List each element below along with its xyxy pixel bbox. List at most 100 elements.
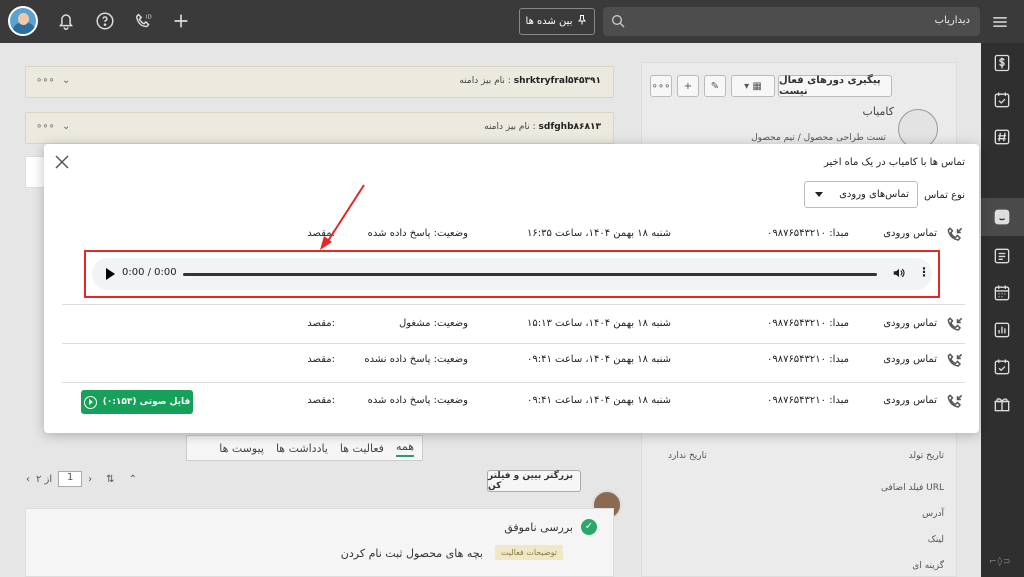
check-icon: ✓ [581, 519, 597, 535]
search-input[interactable]: دیداریاب [603, 7, 980, 36]
follow-status-button[interactable]: پیگیری دورهای فعال نیست [778, 75, 892, 97]
call-datetime: شنبه ۱۸ بهمن ۱۴۰۴، ساعت ۰۹:۴۱ [526, 395, 671, 406]
prev-page-icon[interactable]: ‹ [26, 474, 30, 485]
page-of-label: از ۲ [36, 473, 53, 485]
call-origin: مبدا: ۰۹۸۷۶۵۴۳۲۱۰ [766, 354, 849, 365]
top-bar: ID بین شده ها دیداریاب [0, 0, 1024, 43]
call-type-value: تماس‌های ورودی [839, 189, 909, 200]
contact-avatar [898, 109, 938, 149]
dollar-icon[interactable] [992, 53, 1012, 73]
field-label: آدرس [922, 509, 944, 519]
field-label: لینک [927, 535, 944, 545]
pagination: ‹ از ۲ 1 › ⇅ ⌃ [26, 471, 137, 487]
play-circle-icon [83, 395, 97, 409]
plus-icon[interactable] [170, 10, 192, 32]
calls-modal: تماس ها با کامیاب در یک ماه اخیر نوع تما… [44, 144, 979, 433]
call-row[interactable]: تماس ورودی مبدا: ۰۹۸۷۶۵۴۳۲۱۰ شنبه ۱۸ بهم… [62, 348, 965, 374]
divider [62, 343, 965, 344]
voice-file-label: فایل صوتی (۰:۱۵۳) [102, 397, 191, 407]
play-icon[interactable] [106, 268, 115, 280]
call-type-select[interactable]: تماس‌های ورودی [804, 181, 918, 208]
audio-highlight: 0:00 / 0:00 ⋮ [84, 250, 940, 298]
call-type: تماس ورودی [883, 228, 937, 239]
call-status: وضعیت: پاسخ داده شده [367, 228, 468, 239]
contact-team: تست طراحی محصول / تیم محصول [751, 133, 886, 143]
field-label: گزینه ای [912, 561, 944, 571]
more-vertical-icon[interactable]: ⋮ [918, 265, 930, 279]
call-destination: مقصد: [307, 395, 335, 406]
avatar[interactable] [8, 6, 38, 36]
tab-activities[interactable]: فعالیت ها [340, 442, 384, 455]
incoming-call-icon [945, 392, 965, 412]
contact-name: کامیاب [862, 105, 894, 118]
more-icon[interactable]: ∘∘∘ [36, 75, 55, 86]
call-status: وضعیت: پاسخ داده شده [367, 395, 468, 406]
view-switch-button[interactable]: ▾ ▦ [731, 75, 775, 97]
chevron-down-icon[interactable]: ⌄ [62, 121, 70, 132]
add-button[interactable]: + [677, 75, 699, 97]
chart-icon[interactable] [992, 320, 1012, 340]
call-destination: مقصد: [307, 318, 335, 329]
right-rail: ⌐◊⊃ [981, 43, 1024, 577]
field-value: تاریخ ندارد [668, 451, 707, 461]
pinned-label: بین شده ها [525, 16, 573, 27]
call-type-label: نوع تماس [924, 190, 965, 201]
chevron-down-icon [815, 192, 823, 197]
annotation-arrow [320, 184, 365, 250]
voice-file-button[interactable]: فایل صوتی (۰:۱۵۳) [81, 390, 193, 414]
expand-icon[interactable]: ⌃ [129, 474, 137, 485]
chevron-down-icon[interactable]: ⌄ [62, 75, 70, 86]
brand-logo: ⌐◊⊃ [989, 557, 1012, 567]
activity-card[interactable]: ✓ بررسی ناموفق توضیحات فعالیت بچه های مح… [25, 508, 614, 577]
more-button[interactable]: ∘∘∘ [650, 75, 672, 97]
audio-progress-track[interactable] [183, 273, 877, 276]
sort-icon[interactable]: ⇅ [106, 474, 114, 485]
call-row[interactable]: تماس ورودی مبدا: ۰۹۸۷۶۵۴۳۲۱۰ شنبه ۱۸ بهم… [62, 312, 965, 338]
svg-text:ID: ID [146, 14, 152, 20]
call-datetime: شنبه ۱۸ بهمن ۱۴۰۴، ساعت ۱۵:۱۳ [526, 318, 671, 329]
call-type: تماس ورودی [883, 395, 937, 406]
activity-tabs: همه فعالیت ها یادداشت ها پیوست ها [186, 435, 423, 461]
next-page-icon[interactable]: › [88, 474, 92, 485]
tab-all[interactable]: همه [395, 440, 414, 457]
hash-icon[interactable] [992, 127, 1012, 147]
pin-icon [576, 14, 588, 29]
more-icon[interactable]: ∘∘∘ [36, 121, 55, 132]
close-icon[interactable] [53, 153, 71, 171]
collapsed-card [25, 156, 45, 188]
support-icon[interactable] [94, 10, 116, 32]
domain-row[interactable]: ∘∘∘ ⌄ نام بیز دامنه : sdfghb۸۶۸۱۳ [25, 112, 614, 144]
call-type: تماس ورودی [883, 354, 937, 365]
activity-text: بچه های محصول ثبت نام کردن [340, 547, 483, 560]
calendar-check-icon[interactable] [992, 90, 1012, 110]
bell-icon[interactable] [55, 10, 77, 32]
domain-row[interactable]: ∘∘∘ ⌄ نام بیز دامنه : shrktryfral۵۴۵۳۹۱ [25, 66, 614, 98]
divider [62, 304, 965, 305]
audio-player[interactable]: 0:00 / 0:00 ⋮ [92, 258, 932, 290]
activity-title: بررسی ناموفق [504, 521, 573, 534]
call-datetime: شنبه ۱۸ بهمن ۱۴۰۴، ساعت ۱۶:۳۵ [526, 228, 671, 239]
field-label: فیلد اضافی URL [881, 483, 944, 493]
page-number-input[interactable]: 1 [58, 471, 83, 487]
calendar-icon[interactable] [992, 283, 1012, 303]
call-origin: مبدا: ۰۹۸۷۶۵۴۳۲۱۰ [766, 395, 849, 406]
tab-notes[interactable]: یادداشت ها [276, 442, 328, 455]
call-origin: مبدا: ۰۹۸۷۶۵۴۳۲۱۰ [766, 318, 849, 329]
volume-icon[interactable] [892, 266, 906, 283]
edit-icon[interactable]: ✎ [704, 75, 726, 97]
calendar-check-2-icon[interactable] [992, 357, 1012, 377]
call-row[interactable]: تماس ورودی مبدا: ۰۹۸۷۶۵۴۳۲۱۰ شنبه ۱۸ بهم… [62, 222, 965, 248]
search-placeholder: دیداریاب [934, 15, 970, 26]
filter-button[interactable]: بزرگتر بیین و فیلتر کن [487, 470, 581, 492]
list-icon[interactable] [992, 246, 1012, 266]
pinned-button[interactable]: بین شده ها [519, 8, 595, 35]
call-status: وضعیت: پاسخ داده نشده [364, 354, 468, 365]
tab-attachments[interactable]: پیوست ها [219, 442, 264, 455]
gift-icon[interactable] [992, 394, 1012, 414]
phone-id-icon[interactable]: ID [133, 10, 155, 32]
hamburger-icon[interactable] [990, 12, 1010, 35]
call-row[interactable]: تماس ورودی مبدا: ۰۹۸۷۶۵۴۳۲۱۰ شنبه ۱۸ بهم… [62, 389, 965, 415]
call-origin: مبدا: ۰۹۸۷۶۵۴۳۲۱۰ [766, 228, 849, 239]
call-destination: مقصد: [307, 354, 335, 365]
call-datetime: شنبه ۱۸ بهمن ۱۴۰۴، ساعت ۰۹:۴۱ [526, 354, 671, 365]
